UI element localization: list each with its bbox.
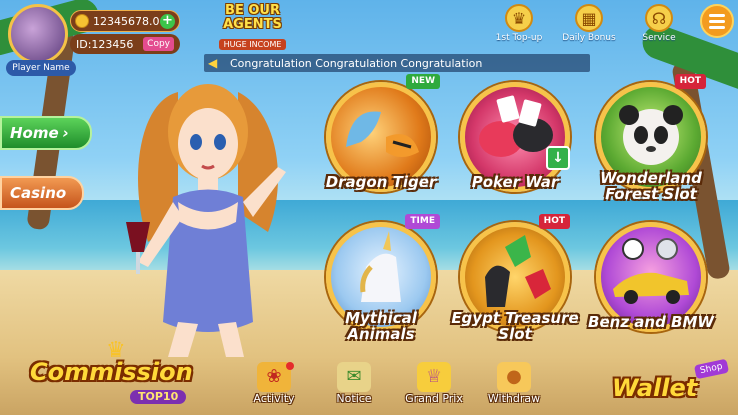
daily-bonus-label: Daily Bonus xyxy=(562,33,616,43)
announcement-marquee: ◀ Congratulation Congratulation Congratu… xyxy=(204,54,590,72)
hot-badge: HOT xyxy=(538,214,570,229)
piggy-bank-icon: ● xyxy=(497,362,531,392)
tab-home-label: Home xyxy=(10,124,59,142)
calendar-icon: ▦ xyxy=(575,4,603,32)
game-title-mythical-line1: Mythical xyxy=(345,309,417,327)
agents-title-line2: AGENTS xyxy=(223,17,282,32)
game-title-egypt: Egypt Treasure Slot xyxy=(440,310,590,342)
balance-amount: 12345678.0 xyxy=(93,14,160,28)
game-title-mythical: Mythical Animals xyxy=(306,310,456,342)
service-button[interactable]: ☊ Service xyxy=(630,4,688,43)
bottom-navigation: ❀ Activity ✉ Notice ♕ Grand Prix ● Withd… xyxy=(240,362,548,405)
daily-bonus-button[interactable]: ▦ Daily Bonus xyxy=(560,4,618,43)
game-title-mythical-line2: Animals xyxy=(347,325,415,343)
game-tile-egypt-treasure-slot[interactable]: HOT Egypt Treasure Slot xyxy=(451,214,579,342)
game-tile-wonderland-forest-slot[interactable]: HOT Wonderland Forest Slot xyxy=(590,74,712,202)
hostess-character-illustration xyxy=(126,84,286,357)
menu-line xyxy=(709,13,725,17)
car-icon xyxy=(613,238,689,304)
avatar[interactable] xyxy=(8,4,68,64)
headset-icon: ☊ xyxy=(645,4,673,32)
wallet-button[interactable]: Shop Wallet xyxy=(604,358,734,412)
trophy-icon: ♛ xyxy=(505,4,533,32)
be-our-agents-banner[interactable]: BE OUR AGENTS HUGE INCOME xyxy=(205,4,300,52)
hamburger-menu-button[interactable] xyxy=(700,4,734,38)
game-title-egypt-line1: Egypt Treasure xyxy=(451,309,579,327)
nav-grand-prix[interactable]: ♕ Grand Prix xyxy=(400,362,468,405)
nav-activity-label: Activity xyxy=(253,392,295,405)
game-title-wonderland-line1: Wonderland xyxy=(600,169,702,187)
tab-casino[interactable]: Casino xyxy=(0,176,84,210)
agents-title-line1: BE OUR xyxy=(225,3,280,18)
new-badge: NEW xyxy=(406,74,440,89)
top-right-menu: ♛ 1st Top-up ▦ Daily Bonus ☊ Service xyxy=(490,4,734,43)
game-tile-dragon-tiger[interactable]: NEW Dragon Tiger xyxy=(320,74,442,200)
dragon-icon xyxy=(346,111,419,157)
player-name: Player Name xyxy=(6,60,76,76)
menu-line xyxy=(709,25,725,29)
hot-badge: HOT xyxy=(674,74,706,89)
game-title-egypt-line2: Slot xyxy=(498,325,532,343)
game-tile-benz-and-bmw[interactable]: Benz and BMW xyxy=(588,218,714,340)
nav-activity[interactable]: ❀ Activity xyxy=(240,362,308,405)
shop-tag: Shop xyxy=(694,358,730,380)
game-title-benz-bmw: Benz and BMW xyxy=(588,313,714,331)
cup-icon: ♕ xyxy=(417,362,451,392)
player-id: ID:123456 xyxy=(76,37,134,51)
wallet-label: Wallet xyxy=(612,374,698,402)
tab-casino-label: Casino xyxy=(10,184,67,202)
add-funds-button[interactable]: + xyxy=(160,14,175,29)
game-tile-poker-war[interactable]: ↓ Poker War xyxy=(454,78,576,200)
marquee-text: Congratulation Congratulation Congratula… xyxy=(230,56,483,70)
commission-subtitle: TOP10 xyxy=(130,390,187,404)
balance-box: 12345678.0 + xyxy=(70,10,180,32)
nav-notice[interactable]: ✉ Notice xyxy=(320,362,388,405)
commission-title: Commission xyxy=(30,358,193,386)
tab-home[interactable]: Home › xyxy=(0,116,92,150)
nav-notice-label: Notice xyxy=(336,392,372,405)
nav-grand-prix-label: Grand Prix xyxy=(405,392,463,405)
download-icon[interactable]: ↓ xyxy=(546,146,570,170)
boxing-gloves-icon xyxy=(479,95,553,157)
service-label: Service xyxy=(642,33,676,43)
player-id-box: ID:123456 Copy xyxy=(70,34,180,54)
commission-top10-button[interactable]: ♛ Commission TOP10 xyxy=(30,338,210,410)
game-title-dragon-tiger: Dragon Tiger xyxy=(325,173,437,191)
nav-withdraw-label: Withdraw xyxy=(487,392,541,405)
agents-subtitle: HUGE INCOME xyxy=(218,39,287,50)
copy-id-button[interactable]: Copy xyxy=(143,37,174,51)
coin-icon xyxy=(75,14,89,28)
time-badge: TIME xyxy=(405,214,440,229)
game-title-poker-war: Poker War xyxy=(471,173,559,191)
game-tile-mythical-animals[interactable]: TIME Mythical Animals xyxy=(320,214,442,342)
chevron-right-icon: › xyxy=(62,124,69,142)
notification-dot xyxy=(286,362,294,370)
first-topup-label: 1st Top-up xyxy=(495,33,543,43)
game-title-wonderland-line2: Forest Slot xyxy=(605,185,697,203)
first-topup-button[interactable]: ♛ 1st Top-up xyxy=(490,4,548,43)
nav-withdraw[interactable]: ● Withdraw xyxy=(480,362,548,405)
scroll-icon: ✉ xyxy=(337,362,371,392)
game-title-wonderland: Wonderland Forest Slot xyxy=(576,170,726,202)
menu-line xyxy=(709,19,725,23)
speaker-icon: ◀ xyxy=(208,56,218,70)
player-profile: Player Name 12345678.0 + ID:123456 Copy xyxy=(4,2,184,76)
